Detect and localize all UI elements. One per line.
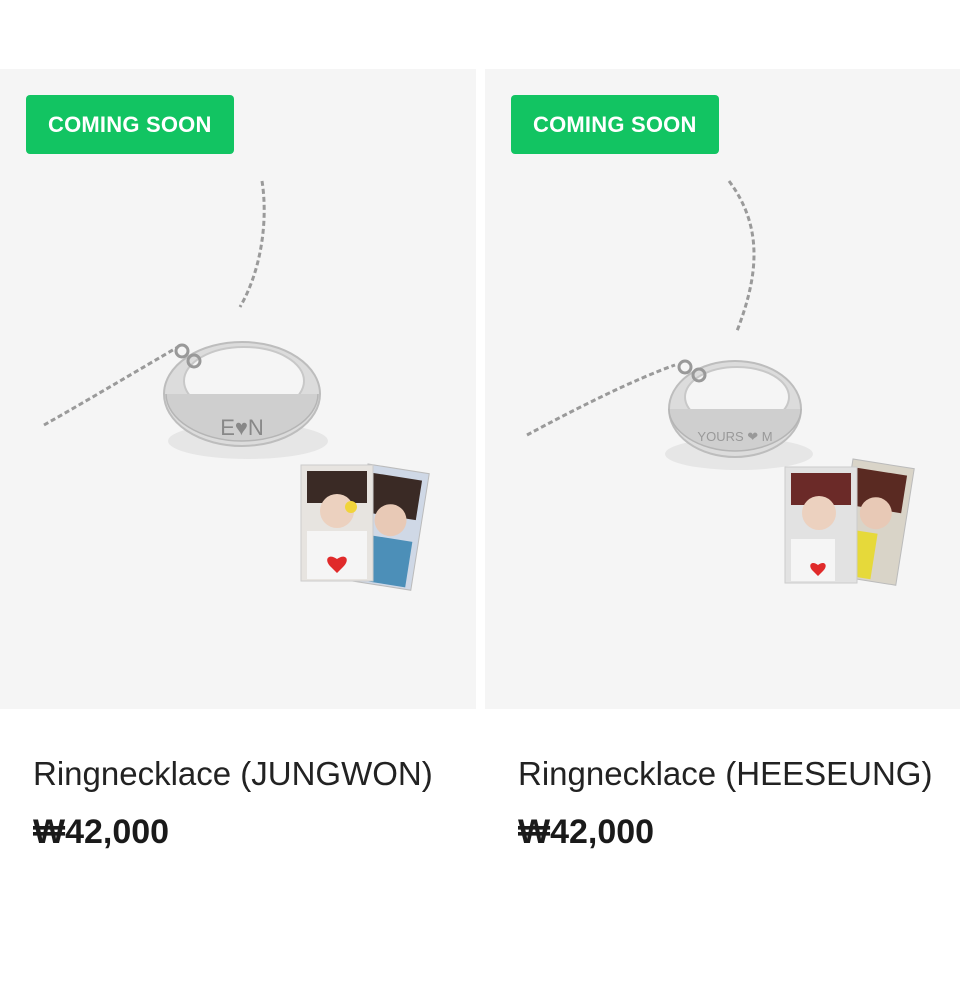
- product-card-jungwon[interactable]: E♥N COMING SOON Ringnecklace (JUNGWON) ₩…: [0, 69, 476, 852]
- product-price: ₩42,000: [518, 813, 655, 851]
- product-card-heeseung[interactable]: YOURS ❤ M COMING SOON Ringnecklace (HEES…: [485, 69, 960, 852]
- ring-engraving: E♥N: [220, 415, 264, 440]
- necklace-image: E♥N: [43, 180, 430, 591]
- coming-soon-badge: COMING SOON: [26, 95, 234, 154]
- product-price: ₩42,000: [33, 813, 170, 851]
- photocard-front: [300, 464, 374, 582]
- product-name[interactable]: Ringnecklace (JUNGWON): [33, 753, 453, 795]
- product-image[interactable]: E♥N COMING SOON: [0, 69, 476, 709]
- ring-engraving: YOURS ❤ M: [697, 429, 772, 444]
- photocard-front: [784, 466, 858, 584]
- necklace-image: YOURS ❤ M: [526, 180, 915, 586]
- product-name[interactable]: Ringnecklace (HEESEUNG): [518, 753, 938, 795]
- product-image[interactable]: YOURS ❤ M COMING SOON: [485, 69, 960, 709]
- coming-soon-badge: COMING SOON: [511, 95, 719, 154]
